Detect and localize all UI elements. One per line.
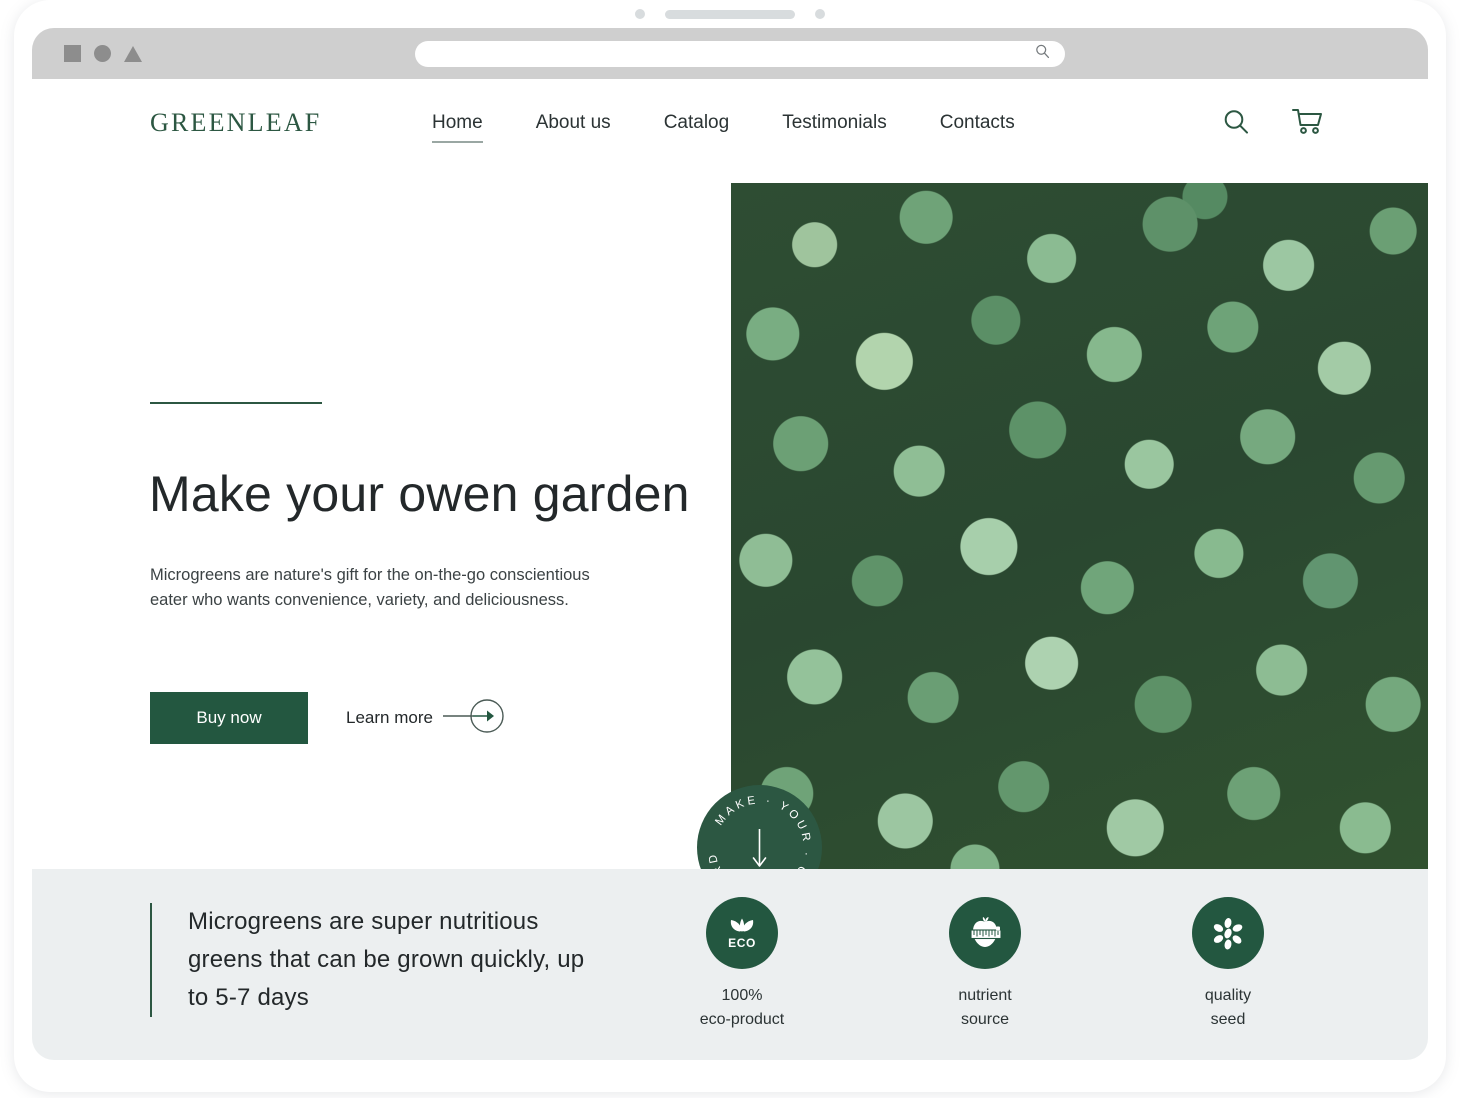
record-circle-icon[interactable]: [94, 45, 111, 62]
nav-item-home[interactable]: Home: [432, 112, 483, 143]
feature-item-seed: quality seed: [1168, 897, 1288, 1032]
learn-more-button[interactable]: Learn more: [346, 698, 507, 739]
features-quote-text: Microgreens are super nutritious greens …: [188, 908, 585, 1011]
stop-square-icon[interactable]: [64, 45, 81, 62]
page-title: Make your owen garden: [149, 466, 690, 522]
hero-content: Make your owen garden Microgreens are na…: [32, 183, 732, 869]
feature-label-line2: eco-product: [699, 1011, 785, 1028]
eco-leaf-icon: ECO: [706, 897, 778, 969]
nav-item-about-us[interactable]: About us: [536, 112, 611, 141]
device-screen: GREENLEAF Home About us Catalog Testimon…: [32, 28, 1428, 1060]
search-icon[interactable]: [1221, 107, 1251, 142]
search-icon: [1034, 43, 1051, 65]
main-navigation: Home About us Catalog Testimonials Conta…: [432, 112, 1068, 143]
hero-description: Microgreens are nature's gift for the on…: [150, 566, 590, 610]
features-band: Microgreens are super nutritious greens …: [32, 869, 1428, 1060]
site-logo[interactable]: GREENLEAF: [150, 108, 321, 138]
hero-divider-rule: [150, 402, 322, 404]
nav-item-testimonials[interactable]: Testimonials: [782, 112, 887, 141]
device-frame: GREENLEAF Home About us Catalog Testimon…: [14, 0, 1446, 1092]
website-viewport: GREENLEAF Home About us Catalog Testimon…: [32, 79, 1428, 1060]
hero-section: Make your owen garden Microgreens are na…: [32, 183, 1428, 910]
feature-label-eco: 100% eco-product: [700, 984, 785, 1032]
feature-label-line2: source: [960, 1011, 1010, 1028]
feature-label-line1: quality: [1204, 987, 1252, 1004]
camera-dot-right: [815, 9, 825, 19]
feature-label-nutrient: nutrient source: [958, 984, 1011, 1032]
site-header: GREENLEAF Home About us Catalog Testimon…: [32, 79, 1428, 183]
shopping-cart-icon[interactable]: [1291, 107, 1325, 142]
buy-now-button[interactable]: Buy now: [150, 692, 308, 744]
apple-measure-icon: [949, 897, 1021, 969]
address-bar[interactable]: [415, 41, 1065, 67]
feature-item-nutrient: nutrient source: [925, 897, 1045, 1032]
features-list: ECO 100% eco-product nutrient source qua…: [682, 897, 1288, 1032]
features-quote: Microgreens are super nutritious greens …: [150, 903, 610, 1017]
arrow-right-circle-icon: [442, 698, 507, 739]
feature-label-line1: nutrient: [958, 987, 1012, 1004]
feature-label-seed: quality seed: [1205, 984, 1251, 1032]
browser-toolbar: [32, 28, 1428, 79]
hero-image-microgreens: [731, 183, 1428, 869]
play-triangle-icon[interactable]: [124, 45, 142, 62]
hero-actions: Buy now Learn more: [150, 692, 507, 744]
header-actions: [1221, 107, 1325, 142]
feature-label-line1: 100%: [721, 987, 763, 1004]
svg-text:ECO: ECO: [728, 936, 756, 950]
seeds-icon: [1192, 897, 1264, 969]
nav-item-catalog[interactable]: Catalog: [664, 112, 730, 141]
nav-item-contacts[interactable]: Contacts: [940, 112, 1015, 141]
speaker-grille: [665, 9, 795, 19]
feature-label-line2: seed: [1210, 1011, 1246, 1028]
device-bezel-top: [14, 0, 1446, 28]
window-controls: [64, 45, 142, 62]
feature-item-eco: ECO 100% eco-product: [682, 897, 802, 1032]
camera-dot-left: [635, 9, 645, 19]
learn-more-label: Learn more: [346, 708, 433, 727]
